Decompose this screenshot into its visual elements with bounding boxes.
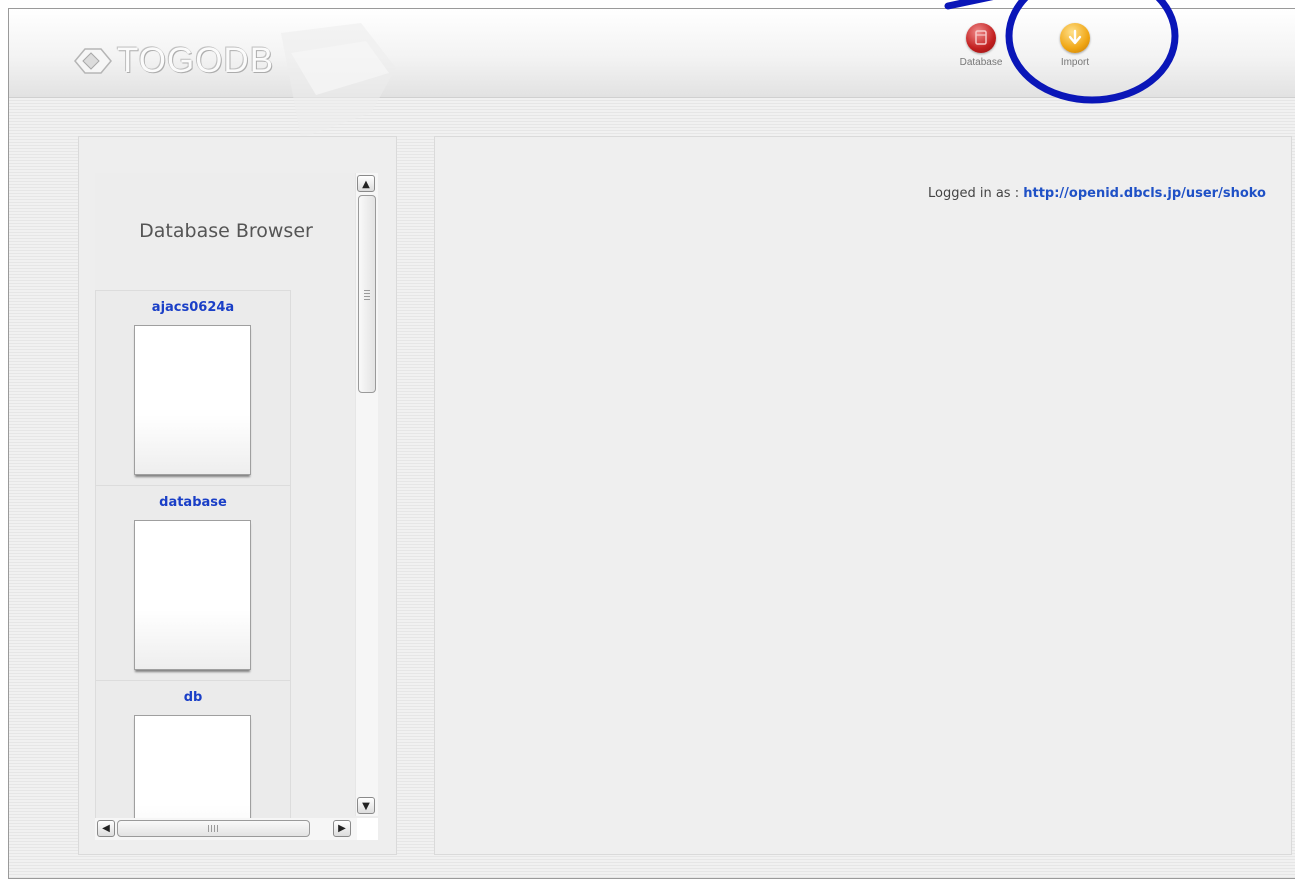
grip-icon <box>208 825 220 832</box>
chevron-left-icon: ◀ <box>102 823 110 834</box>
logo-text: TOGODB <box>117 41 275 80</box>
import-button-label: Import <box>1060 57 1090 68</box>
database-list: ajacs0624a database db <box>95 290 291 840</box>
scroll-down-button[interactable]: ▼ <box>357 797 375 814</box>
database-link[interactable]: db <box>96 681 290 705</box>
database-item[interactable]: db <box>95 680 291 840</box>
database-button-label: Database <box>959 57 1003 68</box>
vertical-scroll-thumb[interactable] <box>358 195 376 393</box>
database-link[interactable]: database <box>96 486 290 510</box>
login-label: Logged in as : <box>927 186 1024 201</box>
login-user-link[interactable]: http://openid.dbcls.jp/user/shoko <box>1023 186 1266 201</box>
database-item[interactable]: database <box>95 485 291 680</box>
main-content-panel: Logged in as : http://openid.dbcls.jp/us… <box>434 136 1292 855</box>
scroll-right-button[interactable]: ▶ <box>333 820 351 837</box>
grip-icon <box>364 288 370 300</box>
login-status: Logged in as : http://openid.dbcls.jp/us… <box>928 186 1266 201</box>
database-browser-panel: Database Browser ajacs0624a database db … <box>78 136 397 855</box>
chevron-down-icon: ▼ <box>362 801 370 812</box>
browser-title: Database Browser <box>139 220 313 242</box>
chevron-up-icon: ▲ <box>362 179 370 190</box>
import-button[interactable]: Import <box>1044 23 1106 68</box>
logo-book-graphic <box>281 23 396 138</box>
database-icon <box>966 23 996 53</box>
database-thumbnail[interactable] <box>134 325 251 475</box>
database-browser-scroll-area[interactable]: Database Browser ajacs0624a database db … <box>95 173 378 840</box>
horizontal-scrollbar[interactable]: ◀ ▶ <box>95 818 357 840</box>
scroll-left-button[interactable]: ◀ <box>97 820 115 837</box>
database-link[interactable]: ajacs0624a <box>96 291 290 315</box>
togodb-logo[interactable]: TOGODB <box>71 23 396 141</box>
vertical-scrollbar[interactable]: ▲ ▼ <box>355 173 378 816</box>
horizontal-scroll-thumb[interactable] <box>117 820 310 837</box>
database-button[interactable]: Database <box>950 23 1012 68</box>
header-bar: TOGODB Database Import <box>9 9 1295 138</box>
logo-mark-icon <box>74 48 112 74</box>
scroll-up-button[interactable]: ▲ <box>357 175 375 192</box>
chevron-right-icon: ▶ <box>338 823 346 834</box>
import-icon <box>1060 23 1090 53</box>
scrollbar-corner <box>357 818 378 840</box>
database-item[interactable]: ajacs0624a <box>95 290 291 485</box>
database-thumbnail[interactable] <box>134 520 251 670</box>
app-frame: TOGODB Database Import Database Browser <box>8 8 1295 879</box>
